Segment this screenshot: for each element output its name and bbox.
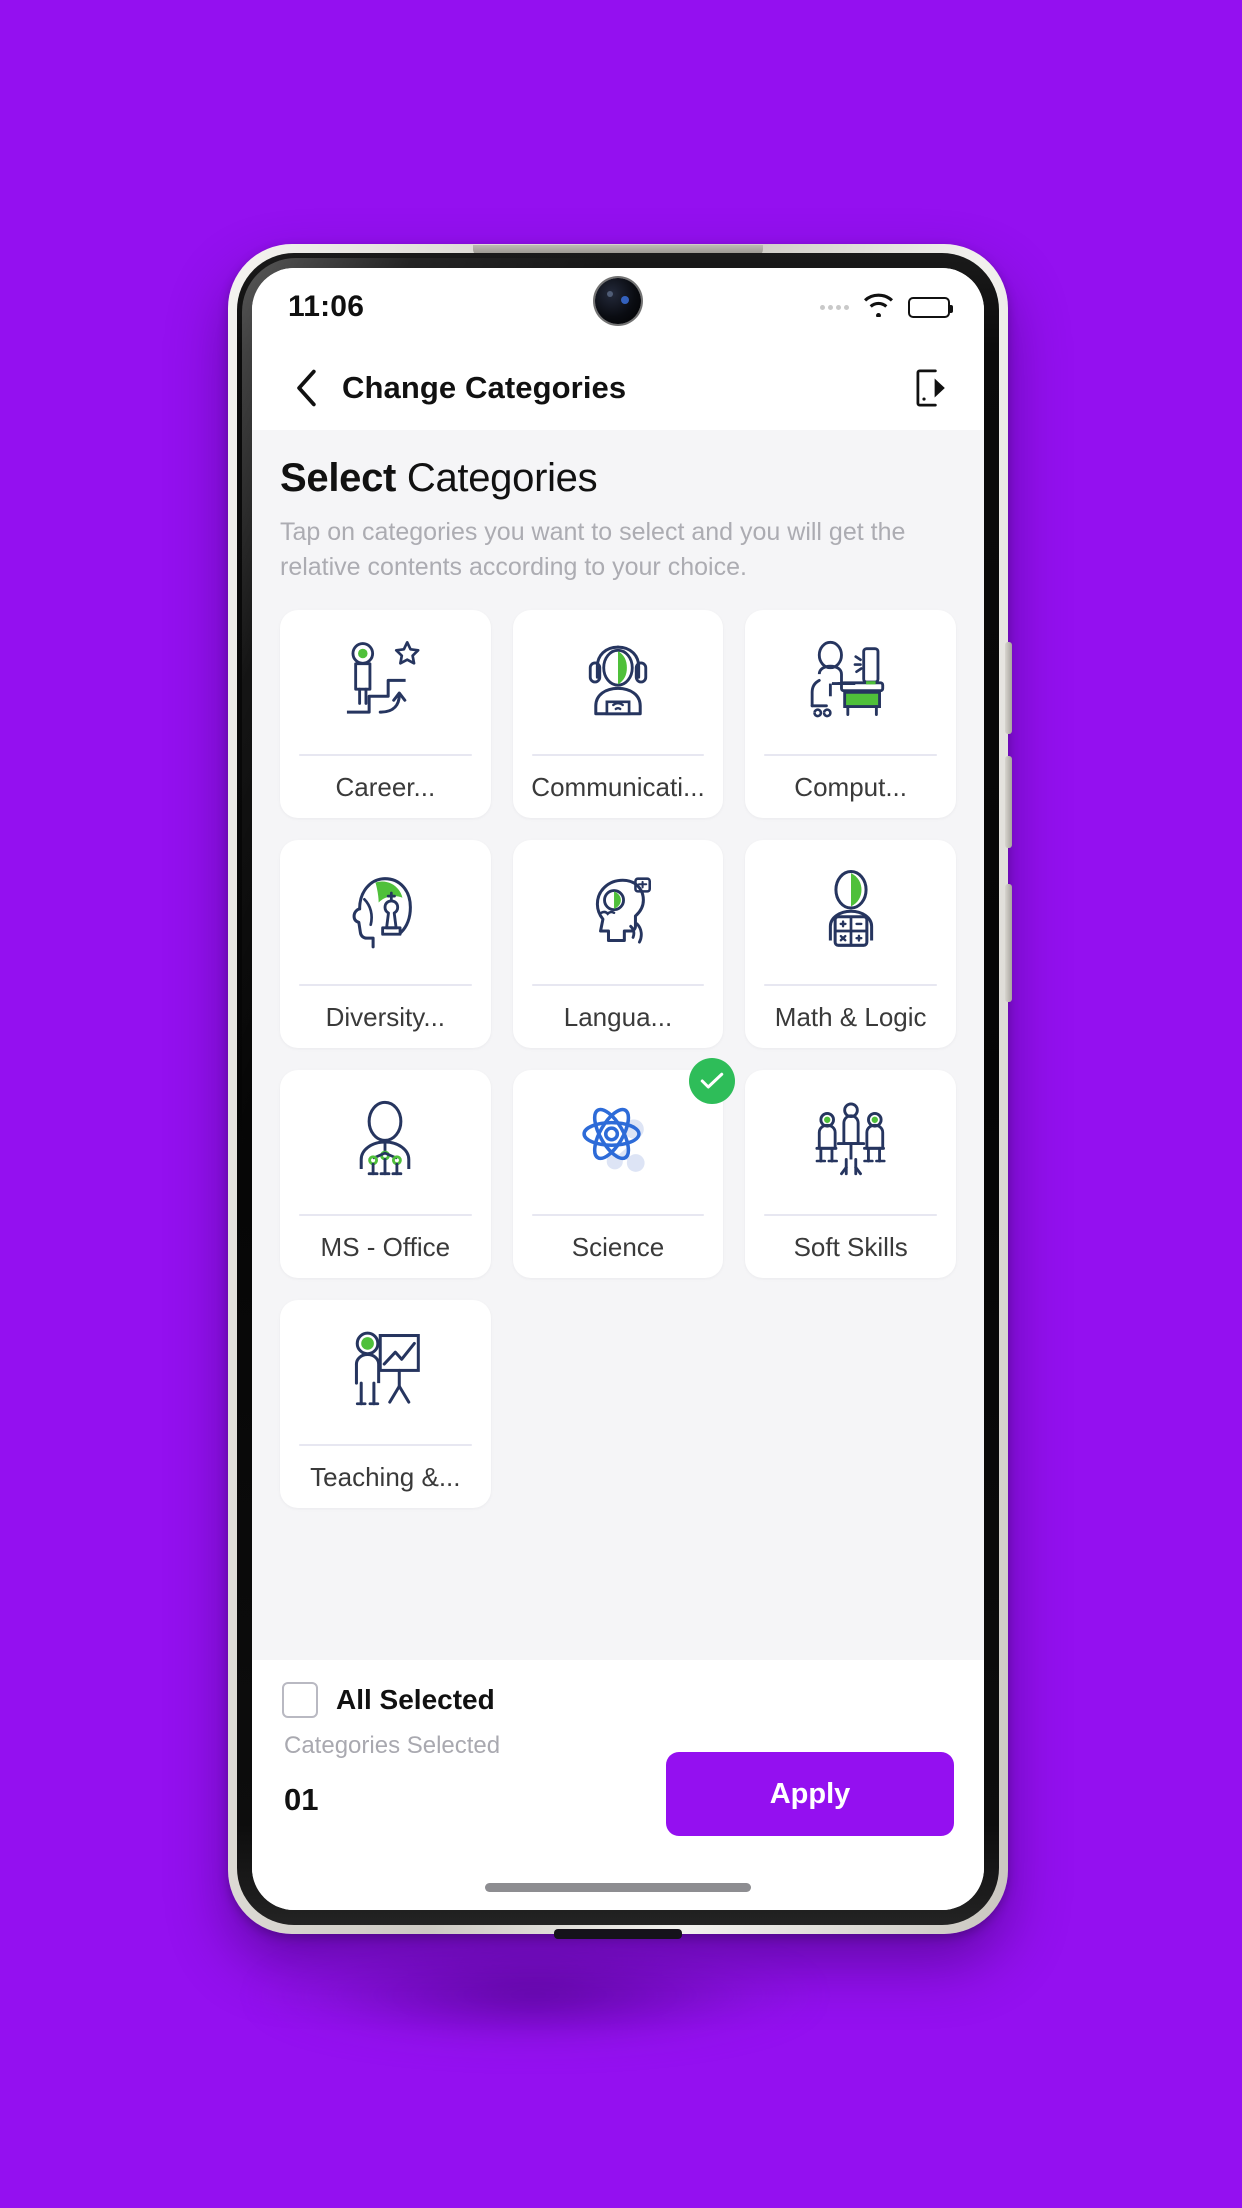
selected-check-badge xyxy=(689,1058,736,1104)
front-camera-punch-hole xyxy=(595,278,641,324)
power-button[interactable] xyxy=(1005,884,1012,1002)
page-header-title: Change Categories xyxy=(342,370,627,405)
category-label: Communicati... xyxy=(531,771,705,802)
logout-device-button[interactable] xyxy=(910,367,952,409)
category-label: Comput... xyxy=(794,771,908,802)
all-selected-row[interactable]: All Selected xyxy=(282,1682,954,1718)
phone-device-frame: 11:06 Change Categories Select Categorie… xyxy=(228,244,1012,1939)
all-selected-label: All Selected xyxy=(336,1684,495,1715)
career-growth-icon xyxy=(280,610,491,754)
status-bar: 11:06 xyxy=(252,268,984,346)
office-person-icon xyxy=(280,1070,491,1214)
calculator-person-icon xyxy=(745,840,956,984)
diversity-chess-icon xyxy=(280,840,491,984)
home-indicator[interactable] xyxy=(485,1883,751,1892)
categories-grid: Career... Communicati... Comput... Diver… xyxy=(280,610,956,1508)
volume-up-button[interactable] xyxy=(1005,642,1012,734)
category-label: Science xyxy=(571,1231,665,1262)
chevron-left-icon xyxy=(297,369,316,407)
categories-body: Select Categories Tap on categories you … xyxy=(252,430,984,1660)
grid-empty-slot xyxy=(745,1300,956,1508)
category-card-communication[interactable]: Communicati... xyxy=(512,610,724,818)
team-meeting-icon xyxy=(745,1070,956,1214)
grid-empty-slot xyxy=(513,1300,724,1508)
category-card-language[interactable]: Langua... xyxy=(512,840,724,1048)
volume-down-button[interactable] xyxy=(1005,756,1012,848)
category-label: Career... xyxy=(335,771,436,802)
apply-button[interactable]: Apply xyxy=(666,1752,954,1836)
status-time: 11:06 xyxy=(288,290,365,323)
bottom-action-bar: All Selected Categories Selected 01 Appl… xyxy=(252,1660,984,1910)
computer-desk-icon xyxy=(745,610,956,754)
battery-full-icon xyxy=(908,296,953,318)
back-button[interactable] xyxy=(286,368,326,408)
category-label: Teaching &... xyxy=(310,1461,461,1492)
usb-port xyxy=(554,1929,682,1939)
category-card-teaching[interactable]: Teaching &... xyxy=(280,1300,491,1508)
category-card-computer[interactable]: Comput... xyxy=(745,610,956,818)
page-title-bold: Select xyxy=(280,456,397,500)
category-card-math-logic[interactable]: Math & Logic xyxy=(745,840,956,1048)
category-card-diversity[interactable]: Diversity... xyxy=(280,840,491,1048)
headset-support-icon xyxy=(513,610,724,754)
page-title-regular: Categories xyxy=(406,456,598,500)
wifi-icon xyxy=(862,292,895,322)
logout-device-icon xyxy=(916,369,945,407)
phone-drop-shadow xyxy=(255,1940,815,2050)
signal-dots-icon xyxy=(820,304,849,310)
phone-screen: 11:06 Change Categories Select Categorie… xyxy=(252,268,984,1910)
check-icon xyxy=(701,1072,724,1089)
status-icons xyxy=(820,292,953,322)
category-label: Diversity... xyxy=(325,1001,446,1032)
page-title: Select Categories xyxy=(280,456,956,501)
app-header: Change Categories xyxy=(252,346,984,430)
language-speech-icon xyxy=(513,840,724,984)
page-description: Tap on categories you want to select and… xyxy=(280,518,906,581)
category-card-ms-office[interactable]: MS - Office xyxy=(280,1070,491,1278)
category-label: Soft Skills xyxy=(793,1231,908,1262)
category-card-career[interactable]: Career... xyxy=(280,610,491,818)
teaching-board-icon xyxy=(280,1300,491,1444)
category-label: Langua... xyxy=(563,1001,673,1032)
category-card-soft-skills[interactable]: Soft Skills xyxy=(745,1070,956,1278)
category-label: Math & Logic xyxy=(774,1001,927,1032)
all-selected-checkbox[interactable] xyxy=(282,1682,318,1718)
category-card-science[interactable]: Science xyxy=(512,1058,736,1278)
category-label: MS - Office xyxy=(320,1231,451,1262)
